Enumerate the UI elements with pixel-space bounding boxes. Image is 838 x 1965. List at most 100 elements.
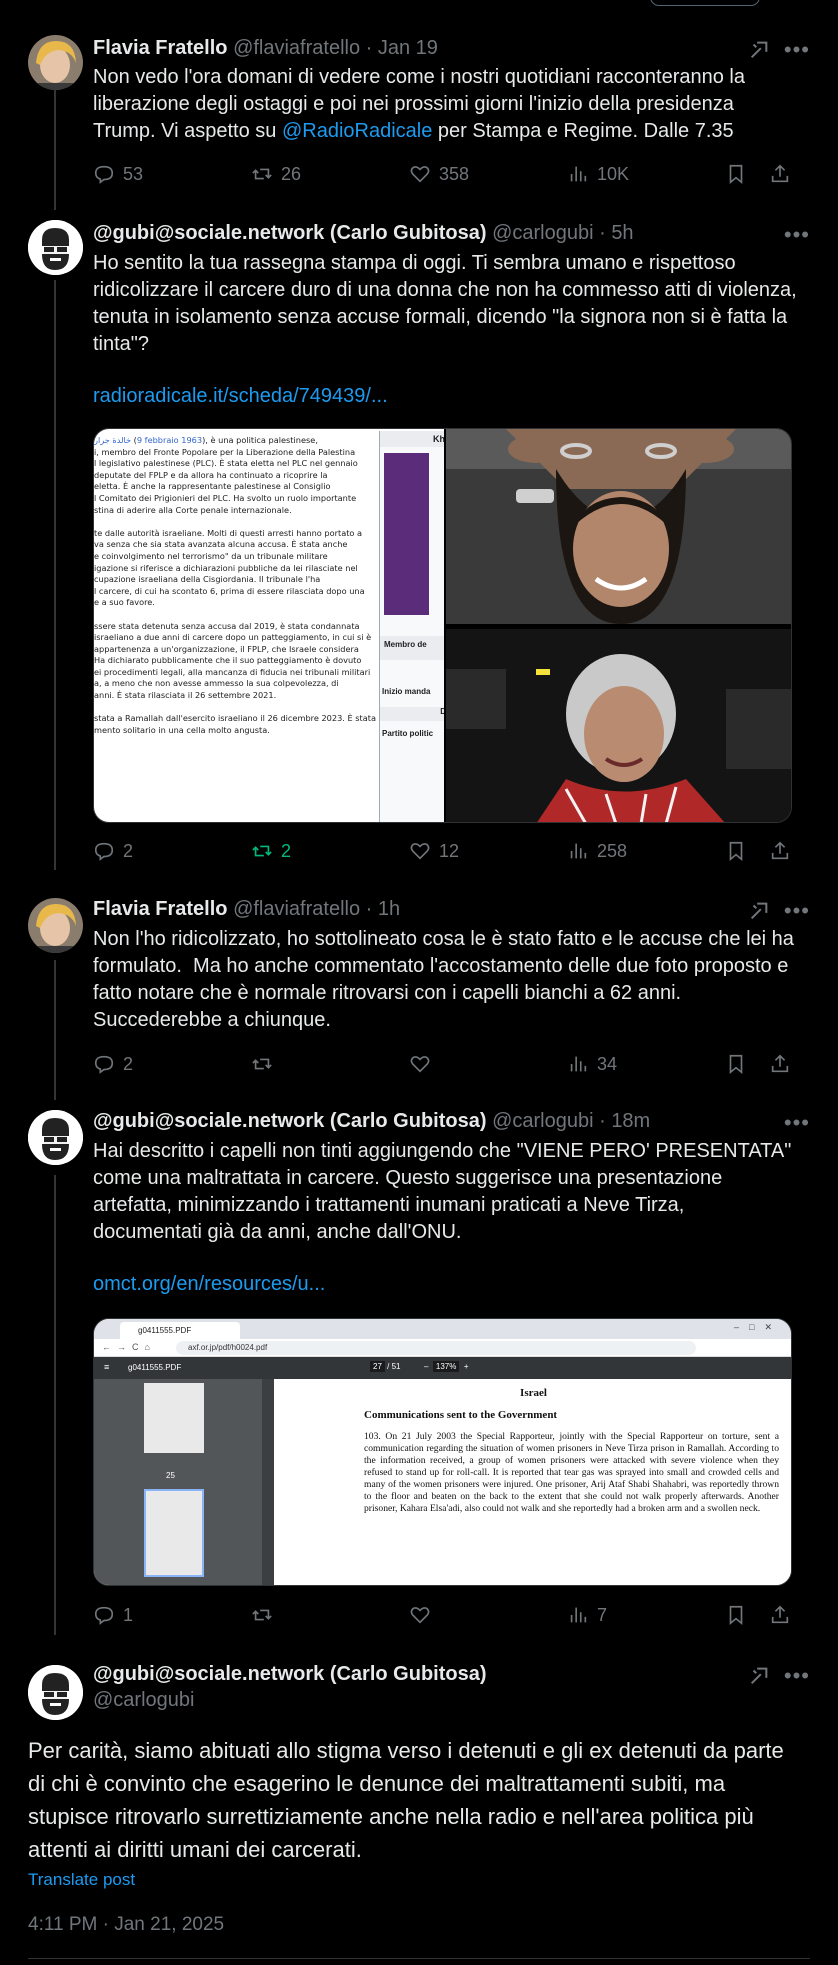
author-name[interactable]: @gubi@sociale.network (Carlo Gubitosa) [93,1663,487,1685]
bookmark-button[interactable] [725,840,747,862]
views-button[interactable]: 258 [567,840,627,862]
reply-icon [94,1055,114,1074]
address-bar: ←→C⌂ axf.or.jp/pdf/h0024.pdf [94,1339,791,1357]
grok-icon[interactable] [748,900,770,922]
author-handle[interactable]: @flaviafratello [233,37,360,59]
author-name[interactable]: @gubi@sociale.network (Carlo Gubitosa) [93,222,487,244]
photo-handcuffed-woman[interactable] [446,429,791,624]
avatar[interactable] [28,898,83,953]
reply-icon [94,842,114,861]
pdf-subheading: Communications sent to the Government [364,1409,558,1421]
share-button[interactable] [769,840,791,862]
share-icon [771,1054,789,1073]
wikipedia-screenshot[interactable]: خالدة جرار (9 febbraio 1963), è una poli… [94,429,444,822]
wiki-text-line: i, membro del Fronte Popolare per la Lib… [94,446,356,457]
window-controls[interactable]: –□✕ [734,1322,782,1333]
author-name[interactable]: Flavia Fratello [93,898,228,920]
share-button[interactable] [769,1604,791,1626]
wiki-text-line: e coinvolgimento nel terrorismo" da un t… [94,550,328,561]
reply-button[interactable]: 1 [93,1604,133,1626]
share-button[interactable] [769,1053,791,1075]
nav-buttons[interactable]: ←→C⌂ [102,1342,156,1352]
bookmark-button[interactable] [725,1604,747,1626]
like-button[interactable] [409,1053,431,1075]
author-handle[interactable]: @carlogubi [93,1689,194,1711]
thread-line [54,280,56,870]
reply-button[interactable]: 53 [93,163,143,185]
menu-icon[interactable]: ≡ [104,1362,109,1372]
page-thumbnail[interactable] [144,1489,204,1577]
external-link[interactable]: radioradicale.it/scheda/749439/... [93,385,388,408]
top-button-edge[interactable] [650,0,760,6]
wiki-text-line: stata a Ramallah dall'esercito israelian… [94,713,438,724]
wiki-text-line [94,516,374,528]
reply-button[interactable]: 2 [93,1053,133,1075]
more-options-icon[interactable]: ••• [784,1112,810,1134]
wiki-text-line [94,609,374,621]
share-button[interactable] [769,163,791,185]
reply-button[interactable]: 2 [93,840,133,862]
wiki-text-line: e a suo favore. [94,597,155,608]
thread-line [54,90,56,210]
share-icon [771,841,789,860]
tweet-time[interactable]: 5h [611,222,633,244]
zoom-controls[interactable]: – 137% + [424,1361,469,1372]
repost-button[interactable]: 2 [251,840,291,862]
author-handle[interactable]: @carlogubi [492,1110,593,1132]
translate-post-link[interactable]: Translate post [28,1870,135,1890]
like-button[interactable] [409,1604,431,1626]
thread-line [54,960,56,1100]
grok-icon[interactable] [748,1665,770,1687]
avatar[interactable] [28,35,83,90]
author-name[interactable]: Flavia Fratello [93,37,228,59]
wiki-text-line: a, a meno che non avesse ammesso la sua … [94,678,339,689]
author-handle[interactable]: @flaviafratello [233,898,360,920]
photo-released-woman[interactable] [446,629,791,822]
wiki-text-line: ei procedimenti legali, alla mancanza di… [94,666,371,677]
page-indicator[interactable]: 27 / 51 [370,1361,400,1372]
media-collage[interactable]: خالدة جرار (9 febbraio 1963), è una poli… [93,428,792,823]
browser-tab[interactable]: g0411555.PDF [120,1322,240,1339]
views-button[interactable]: 34 [567,1053,617,1075]
more-options-icon[interactable]: ••• [784,1665,810,1687]
pdf-paragraph: 103. On 21 July 2003 the Special Rapport… [364,1431,779,1514]
repost-button[interactable] [251,1604,273,1626]
heart-icon [410,1056,430,1073]
avatar[interactable] [28,1665,83,1720]
pdf-toolbar: ≡ g0411555.PDF 27 / 51 – 137% + [94,1357,791,1379]
author-handle[interactable]: @carlogubi [492,222,593,244]
external-link[interactable]: omct.org/en/resources/u... [93,1273,325,1296]
bookmark-button[interactable] [725,1053,747,1075]
views-button[interactable]: 7 [567,1604,607,1626]
more-options-icon[interactable]: ••• [784,900,810,922]
avatar[interactable] [28,1110,83,1165]
repost-button[interactable] [251,1053,273,1075]
grok-icon[interactable] [748,39,770,61]
more-options-icon[interactable]: ••• [784,224,810,246]
tweet-time[interactable]: 1h [378,898,400,920]
repost-button[interactable]: 26 [251,163,301,185]
avatar[interactable] [28,220,83,275]
more-options-icon[interactable]: ••• [784,39,810,61]
wiki-text-line: anni. È stata rilasciata il 26 settembre… [94,690,277,701]
page-thumbnail[interactable] [144,1383,204,1453]
wiki-text-line: l carcere, di cui ha scontato 6, prima d… [94,585,365,596]
wiki-text-line: Ha dichiarato pubblicamente che il suo p… [94,655,362,666]
like-button[interactable]: 358 [409,163,469,185]
tweet-actions: 1 7 [93,1604,793,1630]
views-button[interactable]: 10K [567,163,629,185]
pdf-screenshot[interactable]: g0411555.PDF –□✕ ←→C⌂ axf.or.jp/pdf/h002… [93,1318,792,1586]
author-name[interactable]: @gubi@sociale.network (Carlo Gubitosa) [93,1110,487,1132]
bookmark-button[interactable] [725,163,747,185]
tweet-actions: 2 2 12 258 [93,840,793,866]
url-field[interactable]: axf.or.jp/pdf/h0024.pdf [176,1341,696,1355]
wiki-text-line: mento solitario in una cella molto angus… [94,724,270,735]
tweet-time[interactable]: Jan 19 [378,37,438,59]
views-icon [570,1607,587,1623]
heart-icon [410,166,430,183]
tweet-text: Hai descritto i capelli non tinti aggiun… [93,1140,797,1243]
like-button[interactable]: 12 [409,840,459,862]
post-timestamp[interactable]: 4:11 PM · Jan 21, 2025 [28,1914,224,1936]
tweet-time[interactable]: 18m [611,1110,650,1132]
mention-link[interactable]: @RadioRadicale [282,120,432,142]
